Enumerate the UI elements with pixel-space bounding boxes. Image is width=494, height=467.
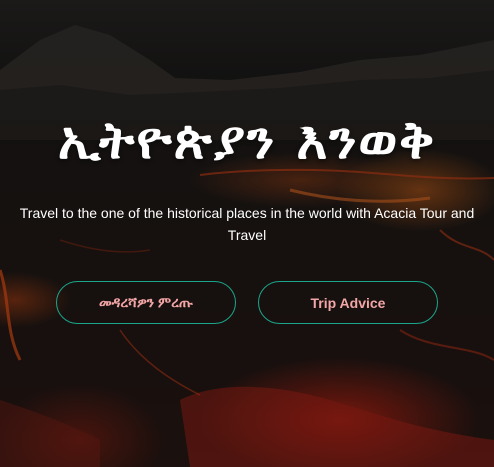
hero-headline: ኢትዮጵያን እንወቅ bbox=[57, 110, 437, 171]
trip-advice-button[interactable]: Trip Advice bbox=[258, 281, 438, 324]
hero-subtitle: Travel to the one of the historical plac… bbox=[19, 205, 475, 243]
hero-section: ኢትዮጵያን እንወቅ Travel to the one of the his… bbox=[0, 0, 494, 467]
choose-destination-button[interactable]: መዳረሻዎን ምረጡ bbox=[56, 281, 236, 324]
